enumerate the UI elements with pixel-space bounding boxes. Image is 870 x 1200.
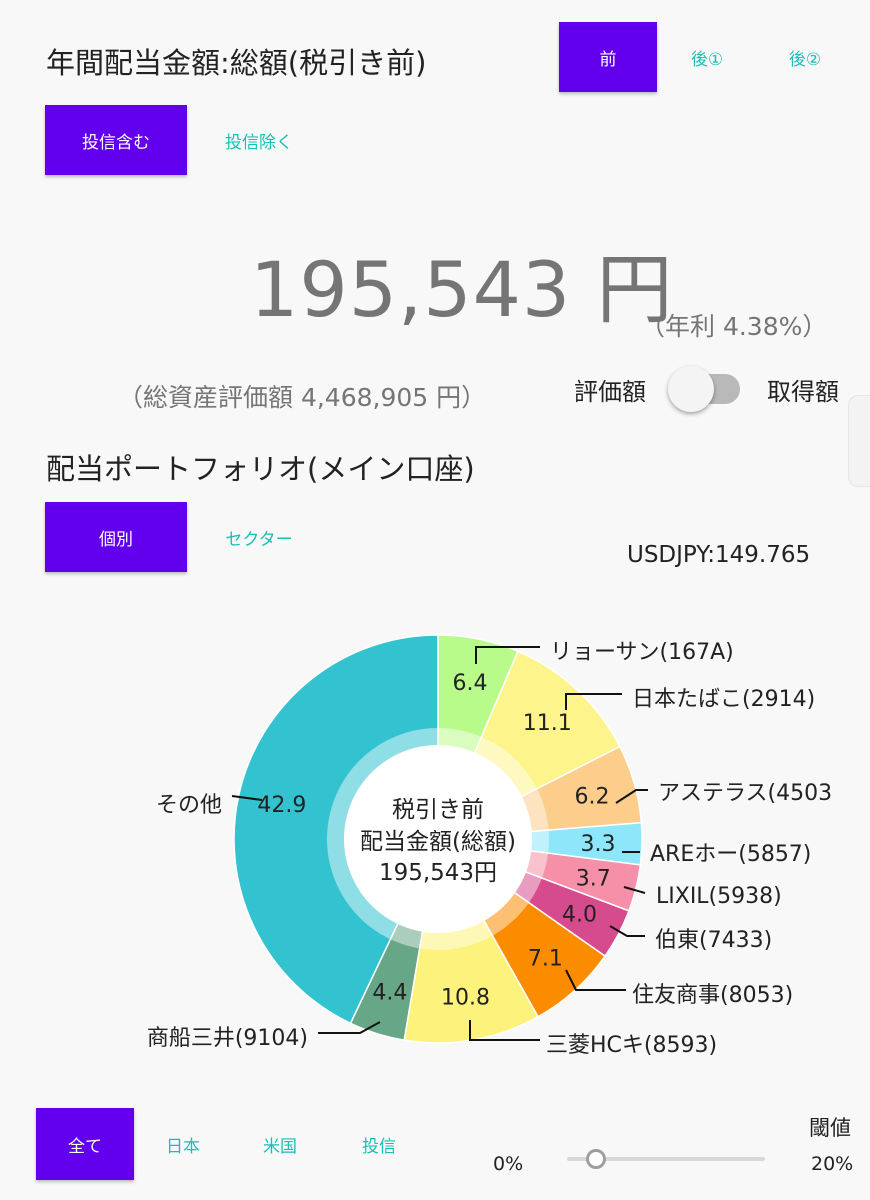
fx-rate: USDJPY:149.765: [627, 542, 811, 568]
tab-exclude-funds[interactable]: 投信除く: [200, 105, 318, 175]
slice-value-label: 42.9: [257, 793, 306, 818]
slice-value-label: 4.4: [372, 981, 407, 1006]
tab-individual[interactable]: 個別: [45, 502, 187, 572]
slice-name-label: リョーサン(167A): [550, 640, 734, 665]
edge-panel-handle[interactable]: [848, 395, 870, 487]
threshold-label: 閾値: [809, 1116, 851, 1140]
slice-name-label: 日本たばこ(2914): [632, 687, 815, 712]
slice-value-label: 6.4: [453, 671, 488, 696]
filter-us[interactable]: 米国: [240, 1108, 320, 1180]
slice-name-label: LIXIL(5938): [656, 884, 782, 909]
tab-after-tax-2[interactable]: 後②: [763, 22, 847, 92]
slice-value-label: 7.1: [528, 947, 563, 972]
slice-value-label: 4.0: [562, 903, 597, 928]
slice-value-label: 10.8: [441, 986, 490, 1011]
tab-sector[interactable]: セクター: [200, 502, 318, 572]
threshold-slider-thumb[interactable]: [586, 1149, 606, 1169]
toggle-label-acquisition-cost: 取得額: [767, 378, 839, 406]
slice-name-label: 商船三井(9104): [147, 1026, 308, 1051]
portfolio-title: 配当ポートフォリオ(メイン口座): [46, 452, 475, 486]
slice-name-label: 伯東(7433): [655, 928, 772, 953]
page-title: 年間配当金額:総額(税引き前): [46, 46, 427, 80]
slice-name-label: 三菱HCキ(8593): [546, 1033, 717, 1058]
total-assets-value: （総資産評価額 4,468,905 円）: [118, 383, 487, 412]
threshold-max-label: 20%: [811, 1153, 854, 1175]
toggle-label-market-value: 評価額: [574, 378, 646, 406]
filter-japan[interactable]: 日本: [143, 1108, 223, 1180]
slice-value-label: 3.3: [581, 832, 616, 857]
tab-after-tax-1[interactable]: 後①: [665, 22, 749, 92]
slice-value-label: 3.7: [576, 867, 611, 892]
filter-funds[interactable]: 投信: [339, 1108, 419, 1180]
center-label-line-2: 配当金額(総額): [360, 829, 516, 855]
threshold-min-label: 0%: [493, 1153, 524, 1175]
filter-all[interactable]: 全て: [36, 1108, 134, 1180]
slice-name-label: AREホー(5857): [650, 842, 811, 867]
slice-value-label: 11.1: [523, 711, 572, 736]
tab-include-funds[interactable]: 投信含む: [45, 105, 187, 175]
dividend-total-amount: 195,543 円: [250, 245, 674, 334]
slice-name-label: 住友商事(8053): [632, 983, 793, 1008]
center-label-line-3: 195,543円: [379, 860, 497, 886]
slice-value-label: 6.2: [575, 785, 610, 810]
slice-name-label: その他: [156, 793, 222, 818]
valuation-toggle-thumb[interactable]: [668, 366, 714, 412]
center-label-line-1: 税引き前: [392, 797, 484, 823]
slice-name-label: アステラス(4503: [658, 781, 832, 806]
dividend-donut-chart: 6.4 11.1 6.2 3.3 3.7 4.0 7.1 10.8 4.4 42.9 リョーサン(…: [147, 634, 832, 1058]
tab-before-tax[interactable]: 前: [559, 22, 657, 92]
annual-yield: （年利 4.38%）: [640, 312, 828, 341]
